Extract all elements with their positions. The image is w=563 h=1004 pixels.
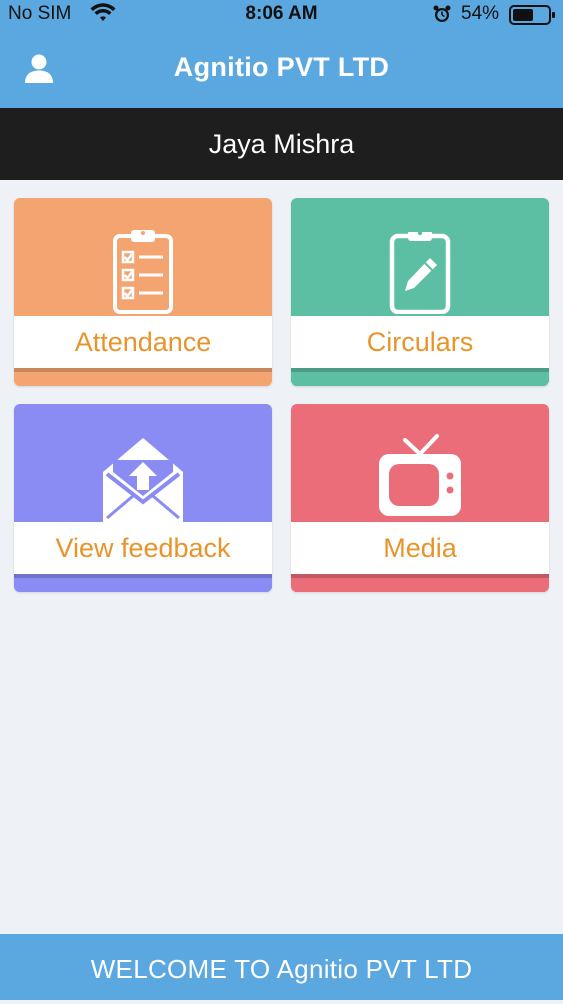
- circulars-tile[interactable]: Circulars: [291, 198, 549, 386]
- tile-label: Circulars: [291, 316, 549, 368]
- tile-label: Attendance: [14, 316, 272, 368]
- welcome-banner: WELCOME TO Agnitio PVT LTD: [0, 934, 563, 1000]
- media-tile[interactable]: Media: [291, 404, 549, 592]
- app-title: Agnitio PVT LTD: [173, 52, 390, 82]
- app-header: No SIM 8:06 AM 54% Agnitio PVT LTD: [0, 0, 563, 108]
- view-feedback-tile[interactable]: View feedback: [14, 404, 272, 592]
- television-icon: [379, 434, 461, 516]
- status-bar: No SIM 8:06 AM 54%: [0, 0, 563, 28]
- user-name-bar: Jaya Mishra: [0, 108, 563, 180]
- attendance-tile[interactable]: Attendance: [14, 198, 272, 386]
- clipboard-checklist-icon: [113, 230, 173, 314]
- alarm-icon: [432, 4, 452, 30]
- battery-icon: [509, 4, 557, 32]
- clipboard-pencil-icon: [389, 230, 451, 314]
- battery-percent: 54%: [461, 3, 500, 24]
- envelope-upload-icon: [103, 438, 183, 522]
- tile-label: View feedback: [14, 522, 272, 574]
- tile-label: Media: [291, 522, 549, 574]
